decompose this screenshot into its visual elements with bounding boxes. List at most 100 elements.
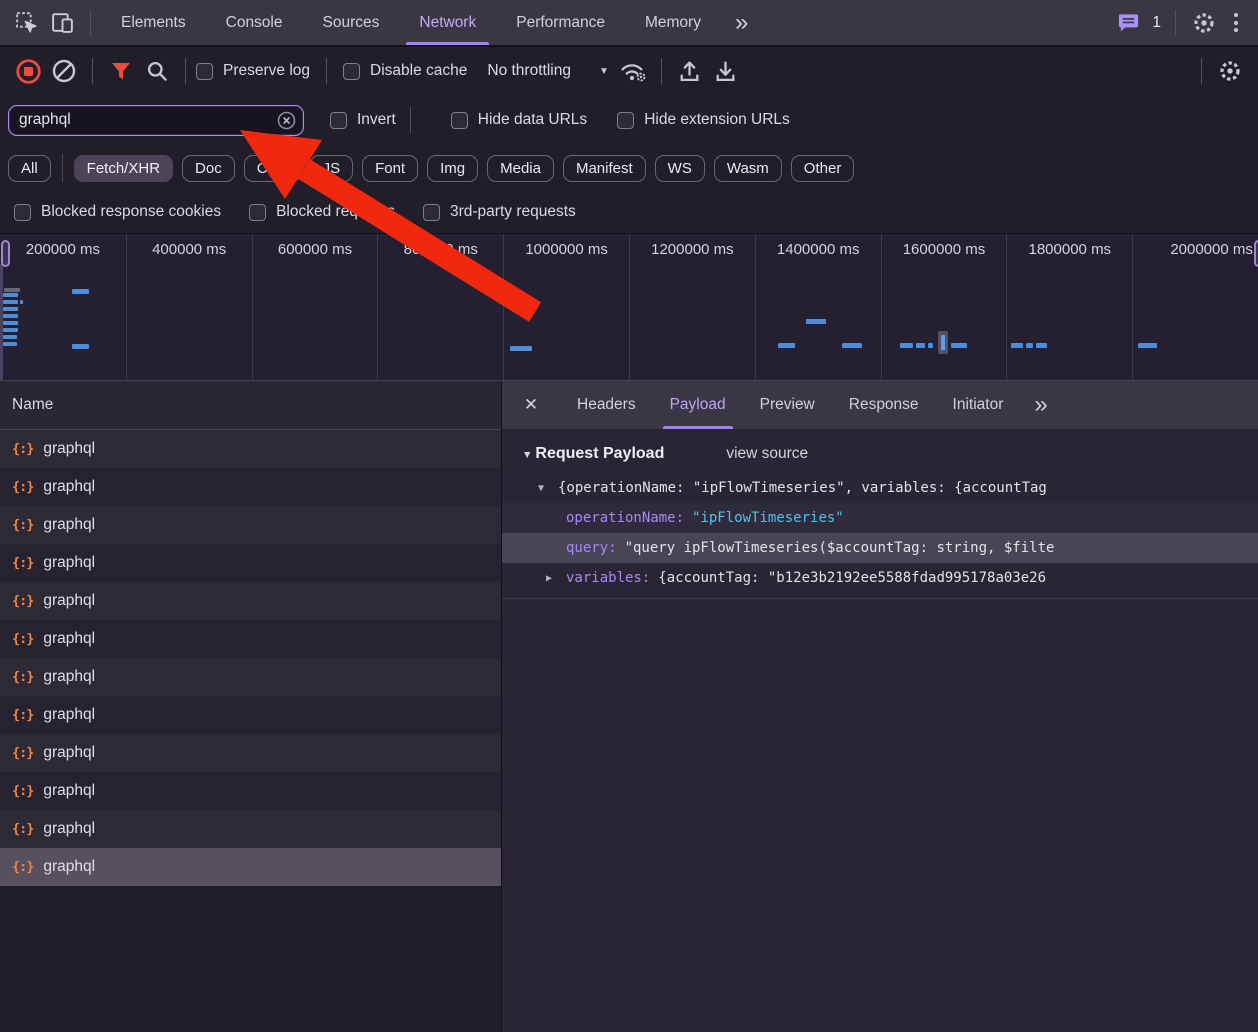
tab-headers[interactable]: Headers (560, 381, 653, 429)
blocked-requests-checkbox[interactable] (249, 204, 266, 221)
payload-property-row-selected[interactable]: query: "query ipFlowTimeseries($accountT… (502, 533, 1258, 563)
type-chip-media[interactable]: Media (487, 155, 554, 182)
timeline-drag-handle[interactable] (1254, 240, 1258, 267)
close-details-button[interactable]: ✕ (502, 395, 560, 415)
table-row[interactable]: {:}graphql (0, 468, 501, 506)
hide-extension-urls-checkbox[interactable] (617, 112, 634, 129)
table-row[interactable]: {:}graphql (0, 506, 501, 544)
tab-memory[interactable]: Memory (625, 0, 721, 45)
tab-label: Network (419, 14, 476, 32)
gear-icon (1217, 58, 1243, 84)
timeline-tick-label: 1000000 ms (504, 234, 629, 258)
type-chip-doc[interactable]: Doc (182, 155, 235, 182)
third-party-requests-checkbox[interactable] (423, 204, 440, 221)
details-tab-bar: ✕ Headers Payload Preview Response Initi… (502, 381, 1258, 429)
tab-sources[interactable]: Sources (303, 0, 400, 45)
export-har-button[interactable] (708, 53, 744, 89)
toolbar-divider (92, 58, 93, 84)
preserve-log-checkbox[interactable] (196, 63, 213, 80)
type-chip-font[interactable]: Font (362, 155, 418, 182)
network-conditions-button[interactable] (615, 53, 651, 89)
import-har-button[interactable] (672, 53, 708, 89)
clear-network-log-button[interactable] (46, 53, 82, 89)
timeline-tick-label: 1200000 ms (630, 234, 755, 258)
triangle-down-icon[interactable]: ▼ (538, 483, 558, 494)
request-payload-section[interactable]: ▼ Request Payload view source (502, 429, 1258, 473)
tab-elements[interactable]: Elements (101, 0, 206, 45)
settings-button[interactable] (1186, 5, 1222, 41)
type-chip-manifest[interactable]: Manifest (563, 155, 646, 182)
payload-view: ▼ Request Payload view source ▼ {operati… (502, 429, 1258, 1032)
type-chip-other[interactable]: Other (791, 155, 855, 182)
timeline-section: 200000 ms (0, 234, 126, 381)
table-row[interactable]: {:}graphql (0, 734, 501, 772)
table-row[interactable]: {:}graphql (0, 810, 501, 848)
payload-property-row[interactable]: operationName: "ipFlowTimeseries" (502, 503, 1258, 533)
table-row[interactable]: {:}graphql (0, 620, 501, 658)
name-column-header[interactable]: Name (0, 381, 501, 430)
triangle-right-icon[interactable]: ▶ (546, 573, 566, 584)
tab-preview[interactable]: Preview (743, 381, 832, 429)
type-chip-all[interactable]: All (8, 155, 51, 182)
timeline-activity-bar (1036, 343, 1047, 348)
device-toolbar-button[interactable] (44, 5, 80, 41)
request-list: {:}graphql {:}graphql {:}graphql {:}grap… (0, 430, 501, 1032)
disable-cache-checkbox[interactable] (343, 63, 360, 80)
filter-input[interactable] (11, 111, 277, 129)
timeline-tick-label: 2000000 ms (1149, 234, 1258, 258)
timeline-selection-marker (938, 331, 948, 354)
tab-console[interactable]: Console (206, 0, 303, 45)
network-overview-timeline[interactable]: 200000 ms 400000 ms 600000 ms 800000 ms … (0, 233, 1258, 382)
payload-property-row[interactable]: ▶ variables: {accountTag: "b12e3b2192ee5… (502, 563, 1258, 593)
invert-checkbox[interactable] (330, 112, 347, 129)
more-tabs-button[interactable]: » (1020, 393, 1061, 417)
type-chip-css[interactable]: CSS (244, 155, 301, 182)
property-key: query: (566, 540, 617, 556)
gear-icon (1191, 10, 1217, 36)
tab-label: Elements (121, 14, 186, 32)
table-row[interactable]: {:}graphql (0, 696, 501, 734)
network-settings-button[interactable] (1212, 53, 1248, 89)
hide-data-urls-checkbox[interactable] (451, 112, 468, 129)
tab-performance[interactable]: Performance (496, 0, 625, 45)
type-chip-wasm[interactable]: Wasm (714, 155, 782, 182)
type-chip-img[interactable]: Img (427, 155, 478, 182)
inspect-element-button[interactable] (8, 5, 44, 41)
type-chip-ws[interactable]: WS (655, 155, 705, 182)
table-row[interactable]: {:}graphql (0, 544, 501, 582)
request-name: graphql (43, 516, 95, 534)
type-chip-fetch-xhr[interactable]: Fetch/XHR (74, 155, 173, 182)
tab-response[interactable]: Response (832, 381, 936, 429)
table-row[interactable]: {:}graphql (0, 430, 501, 468)
payload-root-row[interactable]: ▼ {operationName: "ipFlowTimeseries", va… (502, 473, 1258, 503)
json-braces-icon: {:} (12, 859, 33, 875)
toolbar-divider (410, 107, 411, 133)
filter-toggle-button[interactable] (103, 53, 139, 89)
timeline-tick-label: 1600000 ms (882, 234, 1007, 258)
request-name: graphql (43, 554, 95, 572)
request-name: graphql (43, 706, 95, 724)
issues-button[interactable] (1110, 5, 1146, 41)
chevron-down-icon: ▼ (599, 66, 609, 77)
search-network-button[interactable] (139, 53, 175, 89)
timeline-drag-handle[interactable] (1, 240, 10, 267)
blocked-response-cookies-checkbox[interactable] (14, 204, 31, 221)
kebab-menu-button[interactable] (1222, 13, 1250, 32)
table-row[interactable]: {:}graphql (0, 658, 501, 696)
tab-payload[interactable]: Payload (653, 381, 743, 429)
throttling-dropdown[interactable]: No throttling ▼ (481, 62, 614, 80)
table-row[interactable]: {:}graphql (0, 582, 501, 620)
tab-label: Headers (577, 396, 636, 414)
view-source-link[interactable]: view source (726, 445, 808, 463)
tab-network[interactable]: Network (399, 0, 496, 45)
more-tabs-button[interactable]: » (721, 11, 762, 35)
toolbar-divider (185, 58, 186, 84)
filter-row: Invert Hide data URLs Hide extension URL… (0, 95, 1258, 145)
table-row-selected[interactable]: {:}graphql (0, 848, 501, 886)
clear-filter-icon[interactable] (277, 111, 296, 130)
table-row[interactable]: {:}graphql (0, 772, 501, 810)
type-chip-js[interactable]: JS (310, 155, 354, 182)
preserve-log-label: Preserve log (223, 62, 310, 80)
record-network-log-button[interactable] (10, 53, 46, 89)
tab-initiator[interactable]: Initiator (936, 381, 1021, 429)
